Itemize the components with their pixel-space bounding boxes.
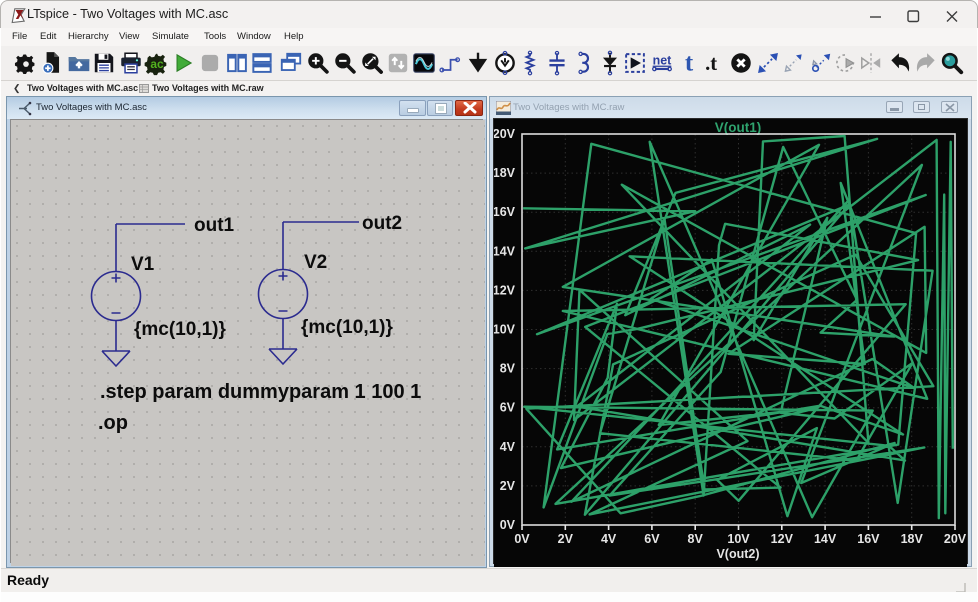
svg-text:V2: V2 xyxy=(304,252,327,273)
svg-text:18V: 18V xyxy=(901,532,924,546)
svg-text:8V: 8V xyxy=(688,532,704,546)
svg-text:12V: 12V xyxy=(494,283,516,297)
svg-text:out2: out2 xyxy=(362,213,402,234)
svg-text:10V: 10V xyxy=(727,532,750,546)
svg-text:out1: out1 xyxy=(194,215,235,236)
svg-text:0V: 0V xyxy=(500,518,516,532)
svg-text:6V: 6V xyxy=(644,532,660,546)
svg-text:2V: 2V xyxy=(500,479,516,493)
svg-text:4V: 4V xyxy=(500,440,516,454)
svg-text:.op: .op xyxy=(98,412,128,434)
svg-text:20V: 20V xyxy=(944,532,967,546)
svg-text:V(out2): V(out2) xyxy=(716,547,759,561)
svg-text:t: t xyxy=(685,50,694,76)
svg-text:14V: 14V xyxy=(814,532,837,546)
svg-text:net: net xyxy=(653,54,672,68)
svg-text:4V: 4V xyxy=(601,532,617,546)
svg-text:V1: V1 xyxy=(131,254,155,275)
svg-text:16V: 16V xyxy=(494,205,516,219)
svg-text:2V: 2V xyxy=(558,532,574,546)
svg-text:10V: 10V xyxy=(494,323,516,337)
svg-text:16V: 16V xyxy=(857,532,880,546)
svg-text:0V: 0V xyxy=(514,532,530,546)
svg-text:{mc(10,1)}: {mc(10,1)} xyxy=(134,319,226,340)
svg-text:8V: 8V xyxy=(500,362,516,376)
svg-text:.t: .t xyxy=(705,53,717,75)
svg-text:18V: 18V xyxy=(494,166,516,180)
svg-text:20V: 20V xyxy=(494,127,516,141)
svg-text:V(out1): V(out1) xyxy=(715,120,762,135)
svg-text:14V: 14V xyxy=(494,244,516,258)
svg-text:6V: 6V xyxy=(500,401,516,415)
svg-text:{mc(10,1)}: {mc(10,1)} xyxy=(301,317,393,338)
svg-text:ac: ac xyxy=(150,57,164,71)
svg-text:.step param dummyparam 1 100 1: .step param dummyparam 1 100 1 xyxy=(100,381,421,403)
svg-text:12V: 12V xyxy=(771,532,794,546)
